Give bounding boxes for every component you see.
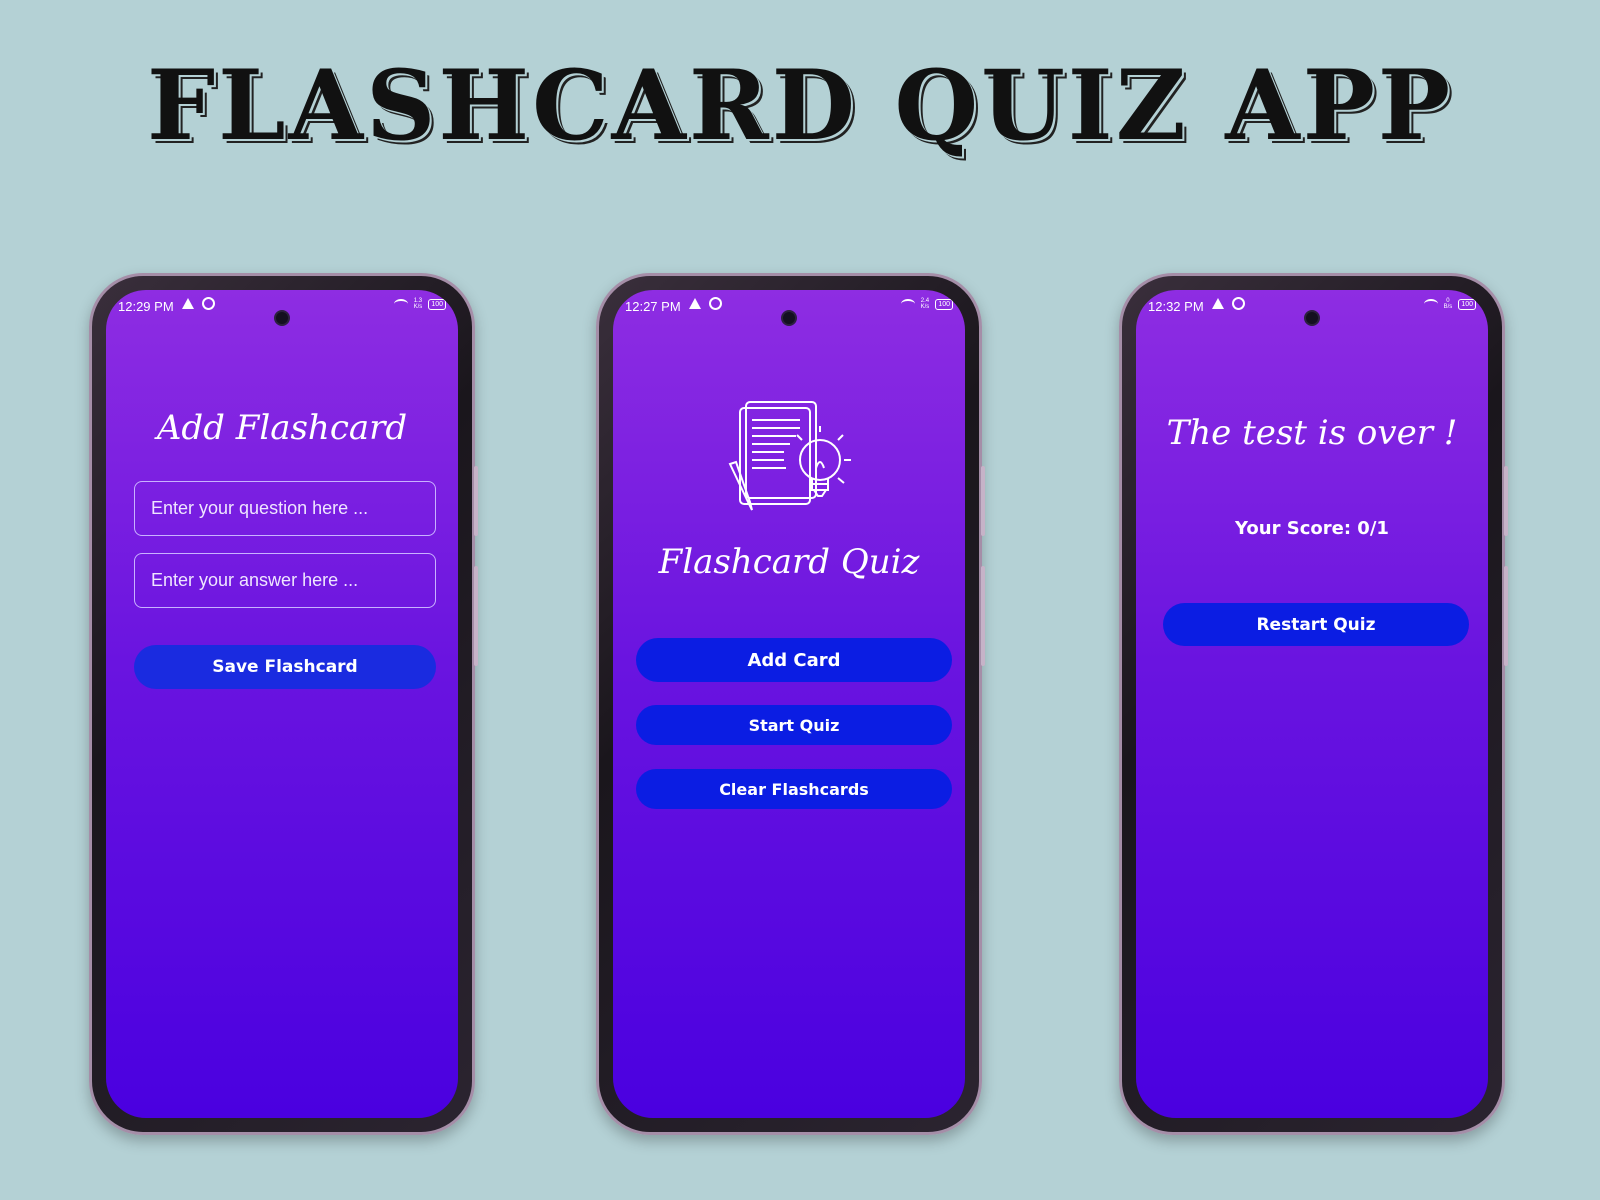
page-title: FLASHCARD QUIZ APP — [146, 49, 1454, 162]
add-card-button[interactable]: Add Card — [636, 638, 952, 682]
flask-icon — [182, 298, 194, 309]
notes-and-lightbulb-icon — [728, 401, 851, 511]
app-notification-icon — [1232, 297, 1245, 310]
screen-results: 12:32 PM 0 B/s 100 The test is over ! You… — [1136, 290, 1488, 1118]
screen-title: Add Flashcard — [156, 408, 408, 448]
restart-quiz-button[interactable]: Restart Quiz — [1163, 603, 1469, 646]
app-notification-icon — [202, 297, 215, 310]
phone-results: 12:32 PM 0 B/s 100 The test is over ! You… — [1119, 273, 1508, 1135]
clear-flashcards-button[interactable]: Clear Flashcards — [636, 769, 952, 809]
screen-add-flashcard: 12:29 PM 1.3K/s 100 Add Flashcard Save F… — [106, 290, 458, 1118]
front-camera — [1304, 310, 1320, 326]
wifi-icon — [393, 299, 408, 309]
wifi-icon — [900, 299, 915, 309]
battery-icon: 100 — [935, 298, 953, 310]
front-camera — [781, 310, 797, 326]
battery-icon: 100 — [1458, 298, 1476, 310]
status-time: 12:32 PM — [1148, 299, 1204, 314]
question-input[interactable] — [134, 481, 436, 536]
flask-icon — [1212, 298, 1224, 309]
status-time: 12:29 PM — [118, 299, 174, 314]
score-text: Your Score: 0/1 — [1235, 518, 1389, 539]
wifi-icon — [1423, 299, 1438, 309]
status-time: 12:27 PM — [625, 299, 681, 314]
battery-icon: 100 — [428, 298, 446, 310]
network-speed: 2.4 K/s — [920, 298, 930, 310]
screen-title: Flashcard Quiz — [658, 542, 920, 582]
front-camera — [274, 310, 290, 326]
save-flashcard-button[interactable]: Save Flashcard — [134, 645, 436, 689]
phone-add-flashcard: 12:29 PM 1.3K/s 100 Add Flashcard Save F… — [89, 273, 478, 1135]
flask-icon — [689, 298, 701, 309]
screen-home: 12:27 PM 2.4 K/s 100 Flashcard Quiz Add … — [613, 290, 965, 1118]
screen-title: The test is over ! — [1166, 413, 1458, 453]
network-speed: 1.3 K/s — [413, 298, 423, 310]
answer-input[interactable] — [134, 553, 436, 608]
phone-home: 12:27 PM 2.4 K/s 100 Flashcard Quiz Add … — [596, 273, 985, 1135]
network-speed: 0 B/s — [1443, 298, 1453, 310]
start-quiz-button[interactable]: Start Quiz — [636, 705, 952, 745]
app-notification-icon — [709, 297, 722, 310]
